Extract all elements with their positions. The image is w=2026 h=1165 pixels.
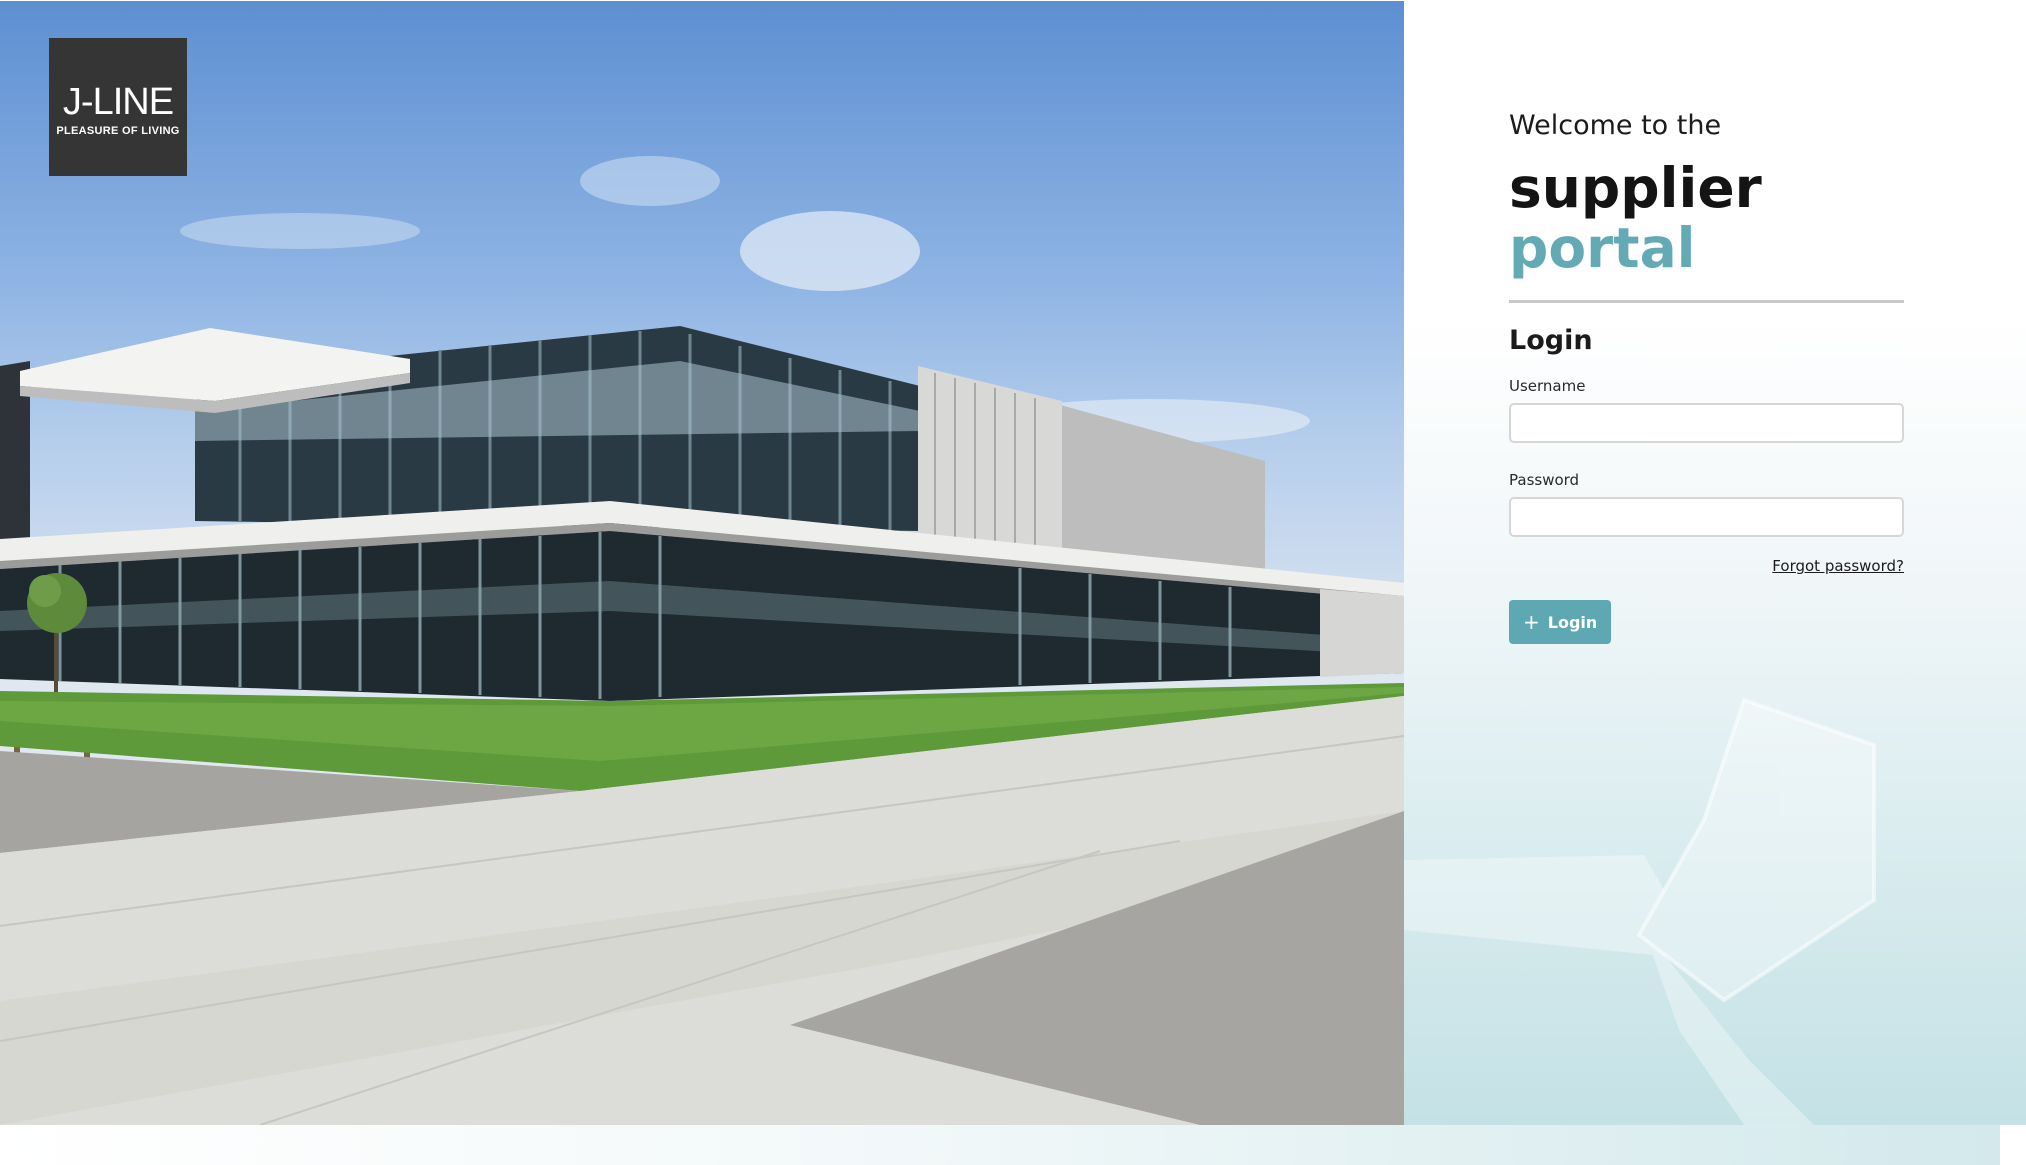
headline-portal: portal [1509, 216, 1696, 280]
plus-icon: + [1523, 610, 1540, 634]
username-label: Username [1509, 377, 1586, 395]
password-label: Password [1509, 471, 1580, 489]
password-input[interactable] [1509, 497, 1904, 537]
brand-logo: J-LINE PLEASURE OF LIVING [49, 38, 187, 176]
bottom-strip [0, 1125, 2000, 1165]
forgot-row: Forgot password? [1509, 557, 1904, 575]
headline-supplier: supplier [1509, 156, 1762, 220]
hero-image: J-LINE PLEASURE OF LIVING [0, 1, 1404, 1125]
building-illustration [0, 156, 1404, 1125]
login-button-label: Login [1547, 612, 1598, 632]
login-page: J-LINE PLEASURE OF LIVING Welcome to the… [0, 0, 2026, 1165]
login-panel: Welcome to the supplier portal Login Use… [1404, 0, 2026, 1125]
username-input[interactable] [1509, 403, 1904, 443]
logo-wordmark: J-LINE [62, 81, 174, 123]
divider [1509, 300, 1904, 303]
login-button[interactable]: + Login [1509, 600, 1612, 644]
logo-tagline: PLEASURE OF LIVING [56, 125, 180, 137]
login-heading: Login [1509, 325, 1593, 356]
login-form: Welcome to the supplier portal Login Use… [1509, 110, 1904, 644]
forgot-password-link[interactable]: Forgot password? [1772, 557, 1904, 575]
welcome-text: Welcome to the [1509, 110, 1722, 141]
